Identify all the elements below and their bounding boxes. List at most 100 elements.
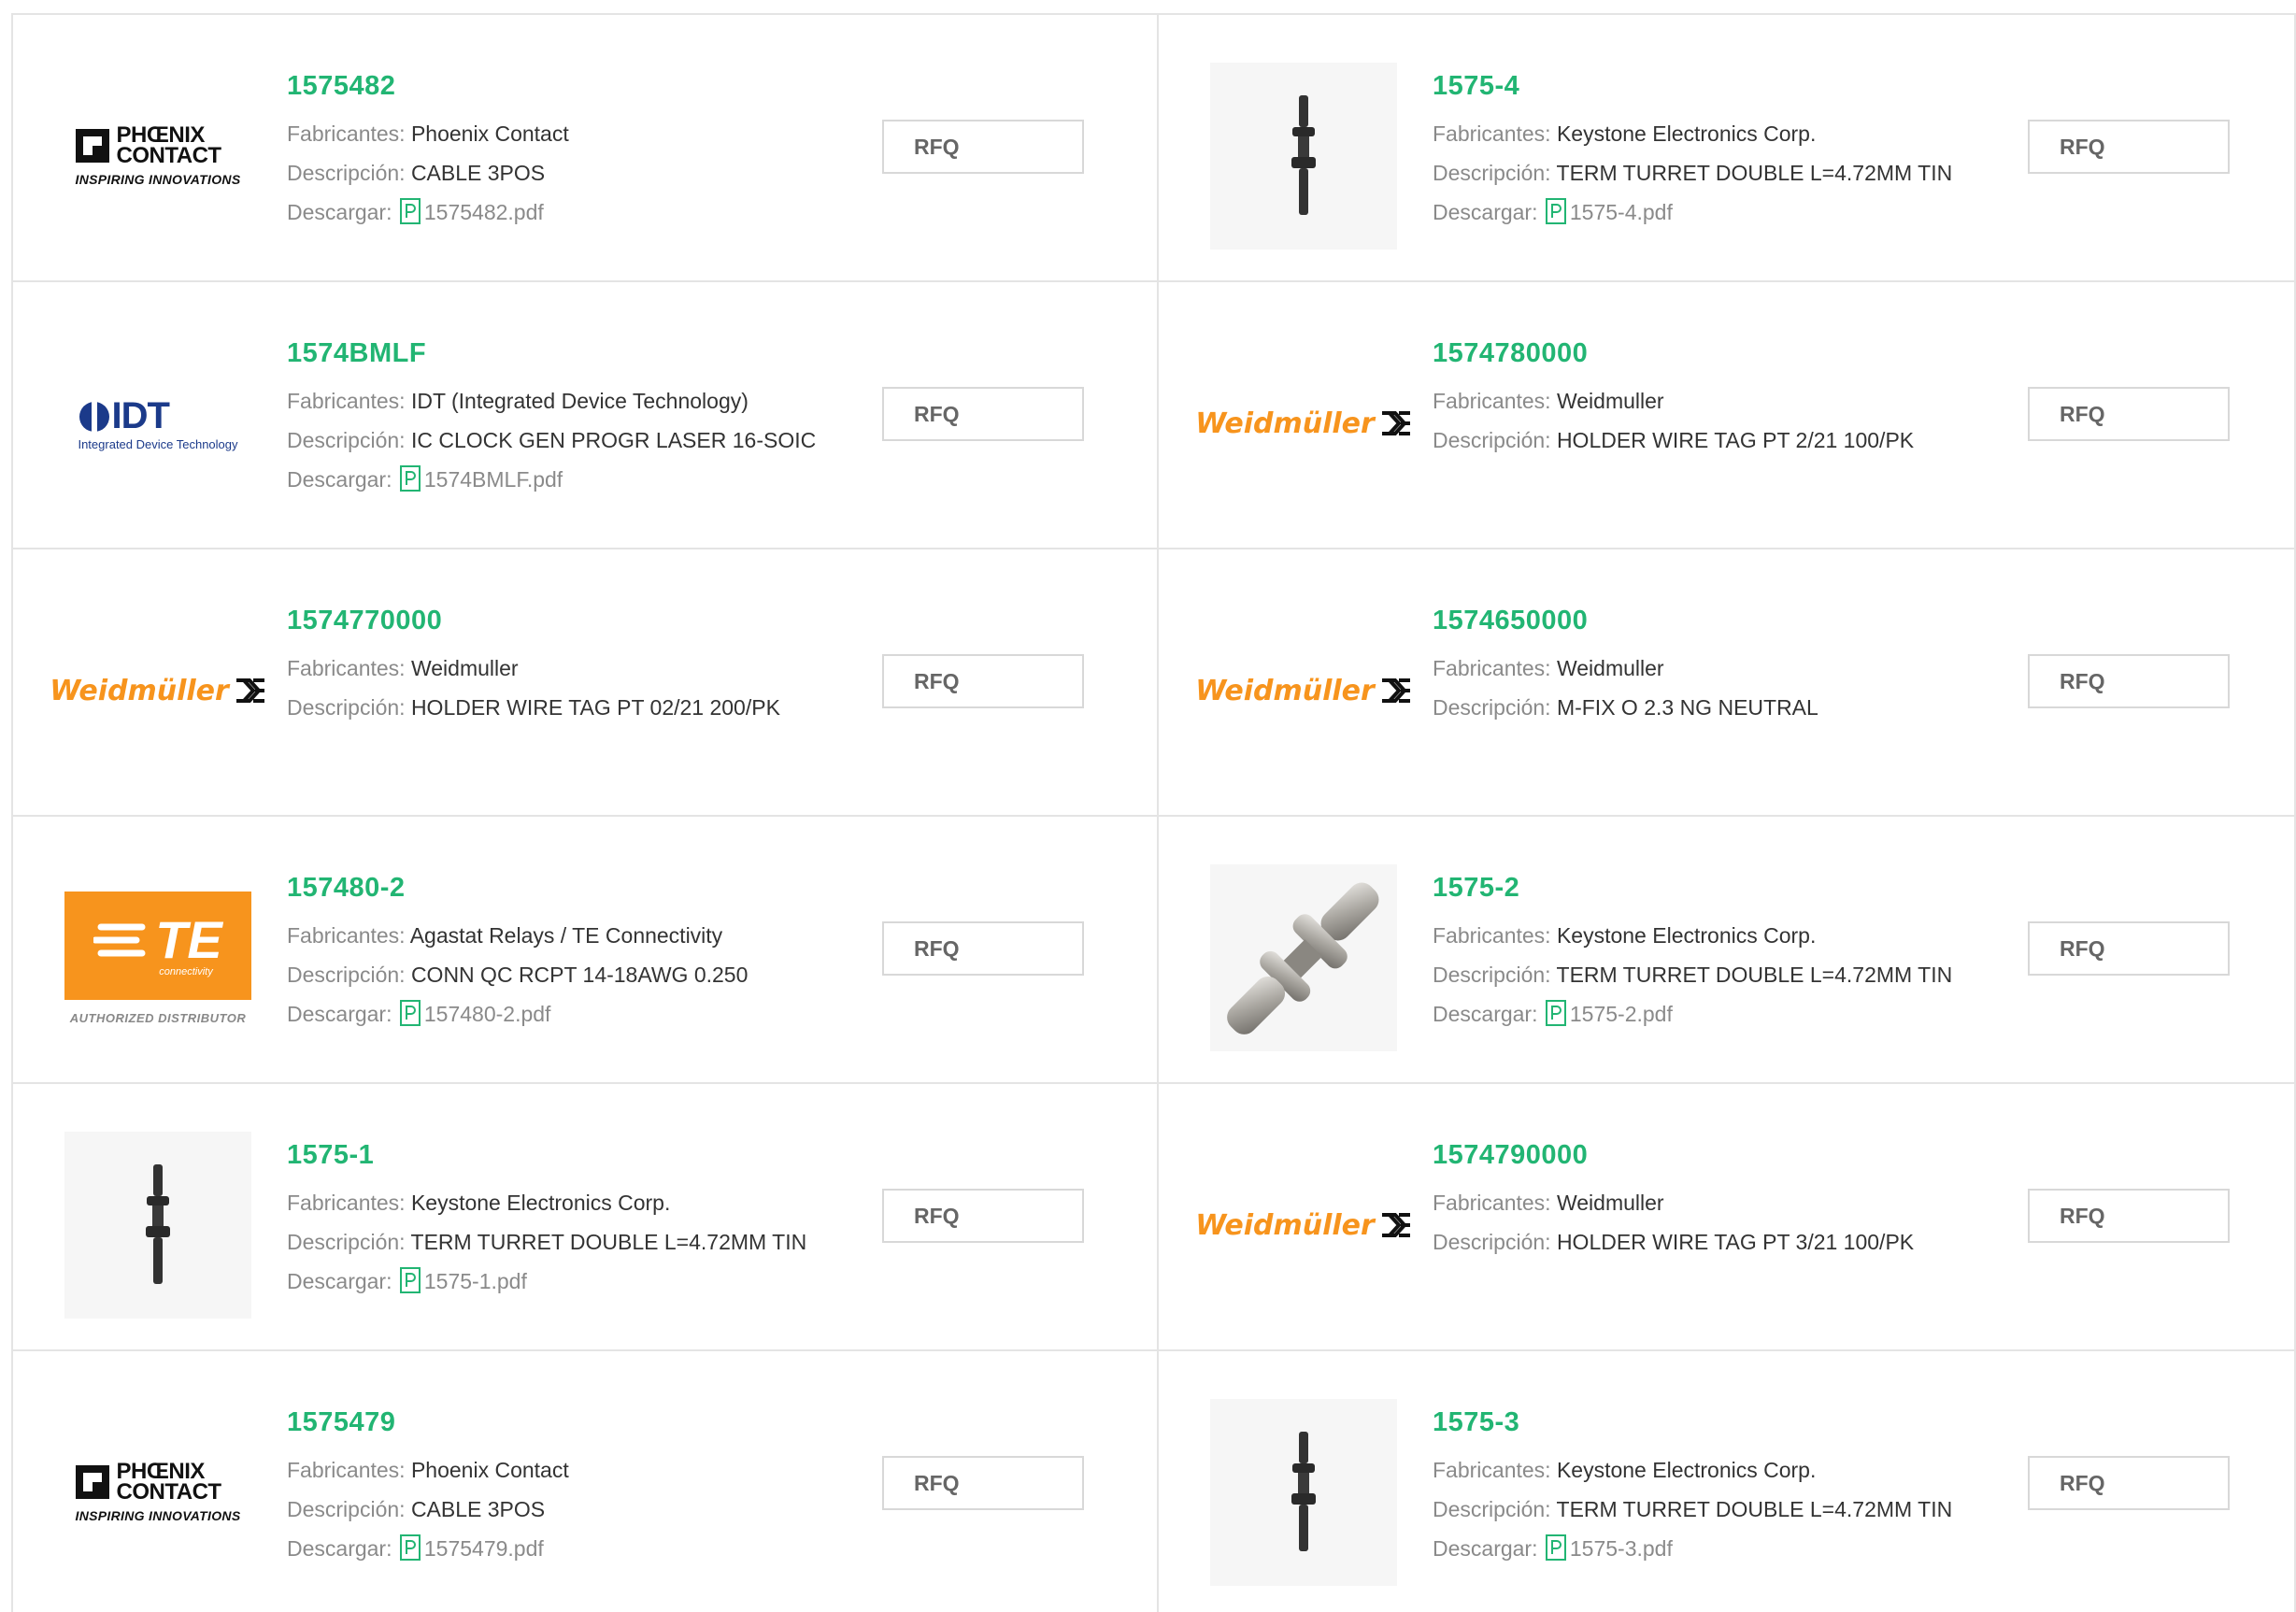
rfq-button[interactable]: RFQ [882, 387, 1084, 441]
product-info: 1575482 Fabricantes: Phoenix Contact Des… [287, 67, 848, 236]
rfq-button[interactable]: RFQ [2028, 654, 2230, 708]
weidmuller-logo: Weidmüller [1195, 407, 1412, 440]
manufacturer-logo[interactable]: Weidmüller [1195, 325, 1410, 521]
manufacturer-logo[interactable]: Weidmüller [1195, 592, 1410, 789]
description-value: CABLE 3POS [410, 161, 546, 185]
manufacturer-logo[interactable]: Weidmüller [1195, 1127, 1410, 1323]
pdf-link[interactable]: 1574BMLF.pdf [424, 467, 563, 492]
manufacturer-value: Phoenix Contact [410, 121, 569, 146]
manufacturer-logo[interactable]: TE connectivity AUTHORIZED DISTRIBUTOR [60, 860, 256, 1056]
pdf-icon[interactable] [399, 1266, 421, 1305]
part-number-link[interactable]: 1575-3 [1433, 1404, 1993, 1441]
description-value: HOLDER WIRE TAG PT 2/21 100/PK [1556, 428, 1915, 452]
pdf-link[interactable]: 1575-3.pdf [1570, 1536, 1673, 1561]
description-label: Descripción: [287, 428, 406, 452]
manufacturer-label: Fabricantes: [1433, 1458, 1551, 1482]
pdf-link[interactable]: 157480-2.pdf [424, 1002, 551, 1026]
manufacturer-value: Keystone Electronics Corp. [1556, 923, 1817, 948]
product-info: 1574770000 Fabricantes: Weidmuller Descr… [287, 602, 848, 727]
manufacturer-value: Keystone Electronics Corp. [1556, 121, 1817, 146]
part-number-link[interactable]: 1574780000 [1433, 335, 1993, 372]
description-label: Descripción: [1433, 1230, 1551, 1254]
manufacturer-row: Fabricantes: IDT (Integrated Device Tech… [287, 381, 848, 421]
pdf-icon[interactable] [1545, 1534, 1566, 1573]
part-number-link[interactable]: 1575-4 [1433, 67, 1993, 105]
manufacturer-value: Keystone Electronics Corp. [410, 1191, 671, 1215]
manufacturer-value: Phoenix Contact [410, 1458, 569, 1482]
manufacturer-logo[interactable] [1205, 1394, 1402, 1591]
product-info: 1575-1 Fabricantes: Keystone Electronics… [287, 1136, 848, 1305]
manufacturer-logo[interactable]: IDT Integrated Device Technology [60, 325, 256, 521]
part-number-link[interactable]: 1575-1 [287, 1136, 848, 1174]
pdf-icon[interactable] [1545, 197, 1566, 236]
manufacturer-label: Fabricantes: [1433, 656, 1551, 680]
description-row: Descripción: HOLDER WIRE TAG PT 2/21 100… [1433, 421, 1993, 460]
pdf-link[interactable]: 1575479.pdf [424, 1536, 544, 1561]
part-number-link[interactable]: 157480-2 [287, 869, 848, 906]
manufacturer-row: Fabricantes: Keystone Electronics Corp. [287, 1183, 848, 1222]
manufacturer-row: Fabricantes: Keystone Electronics Corp. [1433, 916, 1993, 955]
manufacturer-logo[interactable]: Weidmüller [50, 592, 264, 789]
manufacturer-row: Fabricantes: Weidmuller [1433, 1183, 1993, 1222]
weidmuller-logo: Weidmüller [1195, 675, 1412, 707]
description-row: Descripción: HOLDER WIRE TAG PT 3/21 100… [1433, 1222, 1993, 1262]
rfq-button[interactable]: RFQ [882, 120, 1084, 174]
pdf-link[interactable]: 1575-2.pdf [1570, 1002, 1673, 1026]
download-row: Descargar: 1575479.pdf [287, 1529, 848, 1573]
rfq-button[interactable]: RFQ [2028, 120, 2230, 174]
rfq-button[interactable]: RFQ [2028, 1456, 2230, 1510]
rfq-button[interactable]: RFQ [2028, 921, 2230, 976]
turret-terminal-metal-photo [1210, 864, 1397, 1051]
description-value: HOLDER WIRE TAG PT 02/21 200/PK [410, 695, 780, 720]
product-info: 1575-3 Fabricantes: Keystone Electronics… [1433, 1404, 1993, 1573]
rfq-button[interactable]: RFQ [882, 1456, 1084, 1510]
description-label: Descripción: [1433, 963, 1551, 987]
rfq-button[interactable]: RFQ [882, 1189, 1084, 1243]
pdf-icon[interactable] [399, 1534, 421, 1573]
manufacturer-value: Weidmuller [1556, 389, 1664, 413]
description-row: Descripción: TERM TURRET DOUBLE L=4.72MM… [1433, 153, 1993, 193]
pdf-icon[interactable] [399, 464, 421, 504]
download-label: Descargar: [1433, 1536, 1538, 1561]
description-label: Descripción: [1433, 1497, 1551, 1521]
download-row: Descargar: 1575-4.pdf [1433, 193, 1993, 236]
description-row: Descripción: CABLE 3POS [287, 153, 848, 193]
manufacturer-label: Fabricantes: [287, 121, 406, 146]
description-label: Descripción: [1433, 428, 1551, 452]
description-label: Descripción: [287, 1230, 406, 1254]
part-number-link[interactable]: 1575482 [287, 67, 848, 105]
product-card: PHŒNIX CONTACT INSPIRING INNOVATIONS 157… [11, 1349, 1157, 1612]
part-number-link[interactable]: 1575479 [287, 1404, 848, 1441]
download-label: Descargar: [1433, 1002, 1538, 1026]
description-row: Descripción: CONN QC RCPT 14-18AWG 0.250 [287, 955, 848, 994]
pdf-link[interactable]: 1575482.pdf [424, 200, 544, 224]
part-number-link[interactable]: 1574770000 [287, 602, 848, 639]
part-number-link[interactable]: 1574650000 [1433, 602, 1993, 639]
download-label: Descargar: [1433, 200, 1538, 224]
pdf-link[interactable]: 1575-4.pdf [1570, 200, 1673, 224]
manufacturer-value: Weidmuller [410, 656, 519, 680]
rfq-button[interactable]: RFQ [2028, 1189, 2230, 1243]
manufacturer-logo[interactable] [1205, 58, 1402, 254]
manufacturer-row: Fabricantes: Phoenix Contact [287, 1450, 848, 1490]
pdf-icon[interactable] [399, 999, 421, 1038]
manufacturer-label: Fabricantes: [287, 1191, 406, 1215]
part-number-link[interactable]: 1575-2 [1433, 869, 1993, 906]
pdf-icon[interactable] [1545, 999, 1566, 1038]
rfq-button[interactable]: RFQ [882, 921, 1084, 976]
pdf-link[interactable]: 1575-1.pdf [424, 1269, 527, 1293]
description-label: Descripción: [287, 695, 406, 720]
description-value: TERM TURRET DOUBLE L=4.72MM TIN [1556, 963, 1953, 987]
manufacturer-logo[interactable] [60, 1127, 256, 1323]
pdf-icon[interactable] [399, 197, 421, 236]
manufacturer-logo[interactable]: PHŒNIX CONTACT INSPIRING INNOVATIONS [60, 1394, 256, 1591]
part-number-link[interactable]: 1574790000 [1433, 1136, 1993, 1174]
rfq-button[interactable]: RFQ [882, 654, 1084, 708]
manufacturer-logo[interactable] [1205, 860, 1402, 1056]
description-label: Descripción: [1433, 695, 1551, 720]
description-value: CABLE 3POS [410, 1497, 546, 1521]
weidmuller-logo: Weidmüller [1195, 1209, 1412, 1242]
manufacturer-logo[interactable]: PHŒNIX CONTACT INSPIRING INNOVATIONS [60, 58, 256, 254]
part-number-link[interactable]: 1574BMLF [287, 335, 848, 372]
rfq-button[interactable]: RFQ [2028, 387, 2230, 441]
